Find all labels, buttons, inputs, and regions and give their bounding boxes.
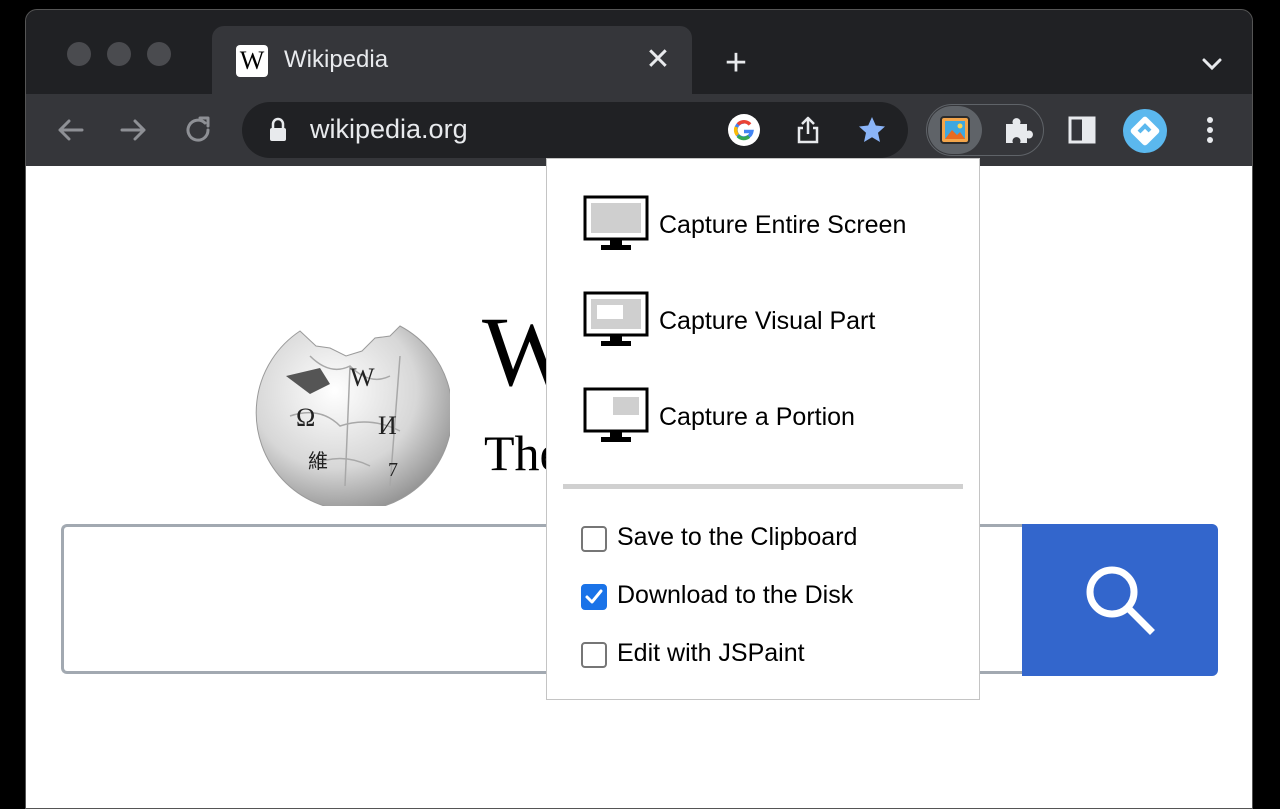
jspaint-checkbox[interactable] bbox=[581, 642, 607, 668]
minimize-window-dot[interactable] bbox=[107, 42, 131, 66]
reload-icon[interactable] bbox=[178, 110, 218, 150]
download-checkbox[interactable] bbox=[581, 584, 607, 610]
extensions-puzzle-icon[interactable] bbox=[998, 110, 1038, 150]
tab-strip: W Wikipedia ✕ + bbox=[26, 10, 1252, 94]
share-icon[interactable] bbox=[792, 114, 824, 146]
option-edit-jspaint[interactable]: Edit with JSPaint bbox=[581, 639, 941, 673]
lock-icon[interactable] bbox=[266, 116, 290, 144]
zoom-window-dot[interactable] bbox=[147, 42, 171, 66]
back-arrow-icon[interactable] bbox=[50, 110, 90, 150]
svg-text:W: W bbox=[350, 363, 375, 392]
bookmark-star-icon[interactable] bbox=[856, 114, 888, 146]
side-panel-icon[interactable] bbox=[1062, 110, 1102, 150]
capture-portion-label: Capture a Portion bbox=[659, 403, 855, 432]
forward-arrow-icon[interactable] bbox=[114, 110, 154, 150]
capture-visual-part-item[interactable]: Capture Visual Part bbox=[583, 291, 943, 351]
address-bar[interactable]: wikipedia.org bbox=[242, 102, 908, 158]
download-option-label: Download to the Disk bbox=[617, 581, 853, 610]
toolbar: wikipedia.org bbox=[26, 94, 1252, 166]
option-download-disk[interactable]: Download to the Disk bbox=[581, 581, 941, 615]
google-icon[interactable] bbox=[728, 114, 760, 146]
tab-title: Wikipedia bbox=[284, 46, 388, 74]
option-save-clipboard[interactable]: Save to the Clipboard bbox=[581, 523, 941, 557]
screenshot-extension-icon bbox=[940, 116, 970, 144]
popup-divider bbox=[563, 484, 963, 489]
profile-icon[interactable] bbox=[1122, 108, 1168, 154]
url-text: wikipedia.org bbox=[310, 114, 468, 145]
tab-search-chevron-icon[interactable] bbox=[1196, 48, 1228, 80]
close-window-dot[interactable] bbox=[67, 42, 91, 66]
svg-text:維: 維 bbox=[308, 449, 328, 473]
capture-portion-item[interactable]: Capture a Portion bbox=[583, 387, 943, 447]
monitor-visual-icon bbox=[583, 291, 649, 349]
svg-text:7: 7 bbox=[388, 459, 398, 481]
tab-close-icon[interactable]: ✕ bbox=[642, 44, 674, 76]
monitor-portion-icon bbox=[583, 387, 649, 445]
capture-entire-screen-item[interactable]: Capture Entire Screen bbox=[583, 195, 943, 255]
wikipedia-favicon-icon: W bbox=[236, 45, 268, 77]
screenshot-extension-button[interactable] bbox=[928, 106, 982, 154]
wikipedia-globe-logo: W Ω И 維 7 bbox=[250, 316, 450, 506]
clipboard-option-label: Save to the Clipboard bbox=[617, 523, 857, 552]
search-icon bbox=[1080, 560, 1160, 640]
jspaint-option-label: Edit with JSPaint bbox=[617, 639, 805, 668]
search-button[interactable] bbox=[1022, 524, 1218, 676]
tab-wikipedia[interactable]: W Wikipedia ✕ bbox=[212, 26, 692, 96]
capture-entire-screen-label: Capture Entire Screen bbox=[659, 211, 906, 240]
new-tab-button[interactable]: + bbox=[716, 44, 756, 84]
screenshot-extension-popup: Capture Entire Screen Capture Visual Par… bbox=[546, 158, 980, 700]
capture-visual-part-label: Capture Visual Part bbox=[659, 307, 875, 336]
svg-text:И: И bbox=[378, 411, 397, 440]
checkmark-icon bbox=[583, 586, 605, 608]
clipboard-checkbox[interactable] bbox=[581, 526, 607, 552]
svg-text:Ω: Ω bbox=[296, 403, 315, 432]
more-menu-icon[interactable] bbox=[1190, 110, 1230, 150]
monitor-full-icon bbox=[583, 195, 649, 253]
